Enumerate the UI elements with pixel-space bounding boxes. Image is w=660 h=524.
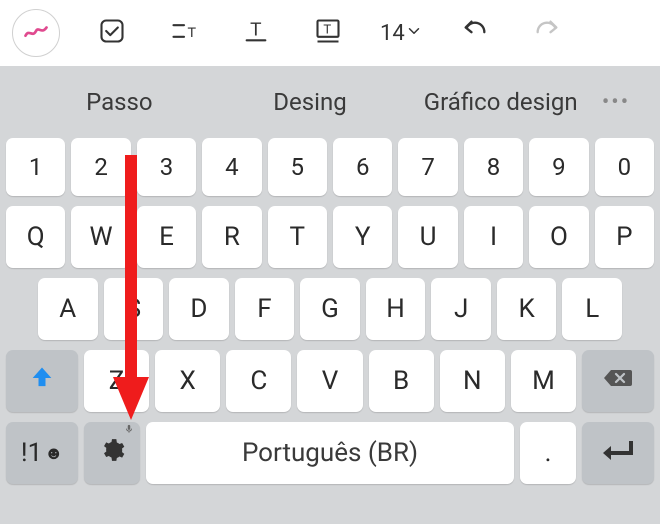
key-y[interactable]: Y	[333, 206, 392, 268]
key-r[interactable]: R	[202, 206, 261, 268]
more-suggestions-button[interactable]: •••	[596, 90, 636, 115]
suggestion-2[interactable]: Desing	[215, 88, 406, 116]
underline-icon: T	[242, 17, 270, 49]
svg-text:T: T	[188, 24, 197, 40]
number-row: 1 2 3 4 5 6 7 8 9 0	[6, 138, 654, 196]
key-n[interactable]: N	[440, 350, 505, 412]
symbol-key-label: !1	[21, 438, 42, 468]
key-x[interactable]: X	[155, 350, 220, 412]
enter-key[interactable]	[582, 422, 654, 484]
shift-icon	[28, 364, 56, 399]
undo-button[interactable]	[455, 13, 495, 53]
key-t[interactable]: T	[268, 206, 327, 268]
key-1[interactable]: 1	[6, 138, 65, 196]
key-7[interactable]: 7	[398, 138, 457, 196]
shift-key[interactable]	[6, 350, 78, 412]
suggestion-bar: Passo Desing Gráfico design •••	[0, 66, 660, 138]
key-h[interactable]: H	[366, 278, 426, 340]
gear-icon	[99, 437, 125, 470]
key-k[interactable]: K	[497, 278, 557, 340]
text-size-icon: T	[170, 17, 198, 49]
period-key[interactable]: .	[520, 422, 576, 484]
settings-key[interactable]	[84, 422, 140, 484]
key-0[interactable]: 0	[595, 138, 654, 196]
spacebar-label: Português (BR)	[242, 438, 418, 468]
key-v[interactable]: V	[297, 350, 362, 412]
key-z[interactable]: Z	[84, 350, 149, 412]
key-s[interactable]: S	[104, 278, 164, 340]
key-w[interactable]: W	[71, 206, 130, 268]
key-f[interactable]: F	[235, 278, 295, 340]
key-c[interactable]: C	[226, 350, 291, 412]
key-q[interactable]: Q	[6, 206, 65, 268]
key-6[interactable]: 6	[333, 138, 392, 196]
asdf-row: A S D F G H J K L	[6, 278, 654, 340]
text-format-button[interactable]: T	[164, 13, 204, 53]
key-j[interactable]: J	[431, 278, 491, 340]
svg-text:T: T	[250, 19, 261, 40]
text-box-button[interactable]: T	[308, 13, 348, 53]
key-i[interactable]: I	[464, 206, 523, 268]
spacebar[interactable]: Português (BR)	[146, 422, 514, 484]
key-3[interactable]: 3	[137, 138, 196, 196]
keyboard: 1 2 3 4 5 6 7 8 9 0 Q W E R T Y U I O P …	[0, 138, 660, 502]
font-size-value: 14	[380, 21, 405, 46]
key-2[interactable]: 2	[71, 138, 130, 196]
checkbox-button[interactable]	[92, 13, 132, 53]
key-4[interactable]: 4	[202, 138, 261, 196]
ellipsis-icon: •••	[602, 90, 630, 115]
backspace-icon	[602, 364, 634, 399]
handwriting-button[interactable]	[12, 9, 60, 57]
key-p[interactable]: P	[595, 206, 654, 268]
suggestion-3[interactable]: Gráfico design	[405, 88, 596, 116]
text-box-icon: T	[314, 17, 342, 49]
zxcv-row: Z X C V B N M	[6, 350, 654, 412]
key-d[interactable]: D	[169, 278, 229, 340]
svg-text:T: T	[323, 21, 331, 36]
key-b[interactable]: B	[369, 350, 434, 412]
redo-button[interactable]	[527, 13, 567, 53]
key-u[interactable]: U	[398, 206, 457, 268]
bottom-row: !1☻ Português (BR) .	[6, 422, 654, 484]
qwerty-row: Q W E R T Y U I O P	[6, 206, 654, 268]
key-g[interactable]: G	[300, 278, 360, 340]
checkbox-icon	[98, 17, 126, 49]
app-toolbar: T T T 14	[0, 0, 660, 66]
key-o[interactable]: O	[529, 206, 588, 268]
underline-button[interactable]: T	[236, 13, 276, 53]
symbol-key[interactable]: !1☻	[6, 422, 78, 484]
enter-icon	[601, 437, 635, 470]
key-a[interactable]: A	[38, 278, 98, 340]
scribble-icon	[22, 17, 50, 49]
emoji-icon: ☻	[44, 443, 63, 464]
backspace-key[interactable]	[582, 350, 654, 412]
chevron-down-icon	[405, 21, 423, 46]
suggestion-1[interactable]: Passo	[24, 88, 215, 116]
key-5[interactable]: 5	[268, 138, 327, 196]
redo-icon	[533, 17, 561, 49]
key-9[interactable]: 9	[529, 138, 588, 196]
key-m[interactable]: M	[511, 350, 576, 412]
key-8[interactable]: 8	[464, 138, 523, 196]
key-e[interactable]: E	[137, 206, 196, 268]
undo-icon	[461, 17, 489, 49]
key-l[interactable]: L	[562, 278, 622, 340]
mic-icon	[124, 424, 134, 437]
font-size-selector[interactable]: 14	[380, 21, 423, 46]
